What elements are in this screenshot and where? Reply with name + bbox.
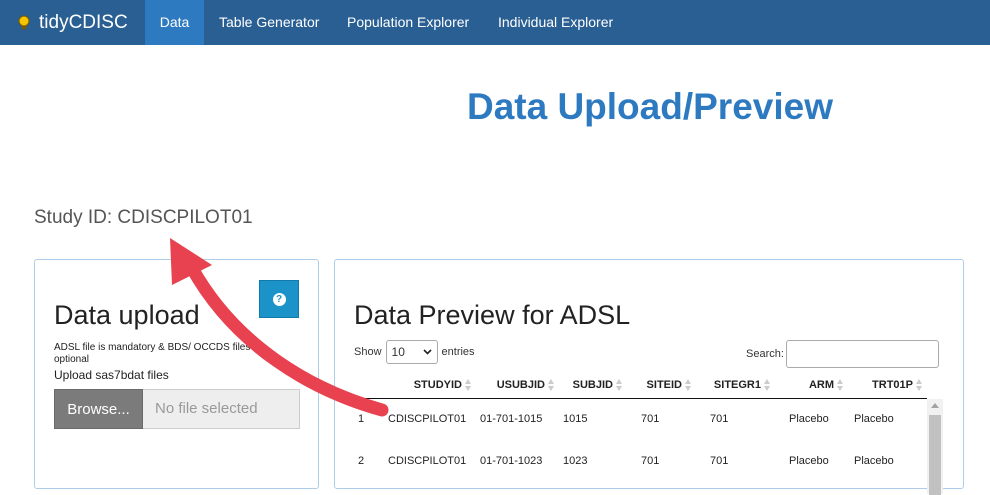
data-table: STUDYID USUBJID SUBJID SITEID SITEGR1 AR… — [354, 372, 927, 482]
sort-icon — [548, 378, 555, 391]
navbar: tidyCDISC Data Table Generator Populatio… — [0, 0, 990, 45]
search-input[interactable] — [785, 340, 939, 368]
tab-population-explorer[interactable]: Population Explorer — [347, 0, 469, 45]
study-id: Study ID: CDISCPILOT01 — [34, 207, 253, 228]
table-cell: Placebo — [848, 440, 927, 482]
table-cell: 701 — [696, 398, 775, 440]
brand-name: tidyCDISC — [39, 11, 128, 33]
col-header-rownum — [354, 372, 384, 399]
table-cell: 701 — [627, 398, 696, 440]
table-cell: Placebo — [775, 398, 848, 440]
upload-note: ADSL file is mandatory & BDS/ OCCDS file… — [54, 342, 268, 365]
sort-icon — [764, 378, 771, 391]
table-cell: 1015 — [559, 398, 627, 440]
table-row[interactable]: 2 CDISCPILOT01 01-701-1023 1023 701 701 … — [354, 440, 927, 482]
table-cell: 1023 — [559, 440, 627, 482]
entries-select[interactable]: 10 — [385, 340, 438, 364]
table-row[interactable]: 1 CDISCPILOT01 01-701-1015 1015 701 701 … — [354, 398, 927, 440]
upload-panel: ? Data upload ADSL file is mandatory & B… — [34, 259, 319, 489]
table-cell: CDISCPILOT01 — [384, 398, 476, 440]
col-header-sitegr1[interactable]: SITEGR1 — [696, 372, 775, 399]
tab-data[interactable]: Data — [145, 0, 204, 45]
lightbulb-icon — [18, 15, 30, 30]
file-input[interactable]: Browse... No file selected — [54, 389, 300, 429]
entries-value: 10 — [391, 345, 405, 359]
tab-individual-explorer[interactable]: Individual Explorer — [498, 0, 613, 45]
table-header-row: STUDYID USUBJID SUBJID SITEID SITEGR1 AR… — [354, 372, 927, 399]
entries-control: Show 10 entries — [354, 340, 475, 364]
help-button[interactable]: ? — [259, 280, 299, 318]
sort-icon — [616, 378, 623, 391]
col-header-subjid[interactable]: SUBJID — [559, 372, 627, 399]
file-name-field[interactable]: No file selected — [143, 389, 300, 429]
col-header-arm[interactable]: ARM — [775, 372, 848, 399]
scroll-up-icon[interactable] — [931, 403, 939, 408]
tab-table-generator[interactable]: Table Generator — [219, 0, 319, 45]
preview-panel: Data Preview for ADSL Show 10 entries Se… — [334, 259, 964, 495]
page-title: Data Upload/Preview — [466, 86, 833, 127]
table-cell: Placebo — [775, 440, 848, 482]
table-cell: 701 — [627, 440, 696, 482]
sort-icon — [837, 378, 844, 391]
table-cell: CDISCPILOT01 — [384, 440, 476, 482]
preview-heading: Data Preview for ADSL — [354, 300, 631, 330]
table-cell: 01-701-1023 — [476, 440, 559, 482]
upload-heading: Data upload — [54, 300, 200, 330]
col-header-studyid[interactable]: STUDYID — [384, 372, 476, 399]
sort-icon — [465, 378, 472, 391]
sort-icon — [916, 378, 923, 391]
chevron-down-icon — [422, 349, 432, 355]
table-cell: 01-701-1015 — [476, 398, 559, 440]
table-cell: 2 — [354, 440, 384, 482]
browse-button[interactable]: Browse... — [54, 389, 143, 429]
scroll-thumb[interactable] — [929, 415, 941, 495]
col-header-usubjid[interactable]: USUBJID — [476, 372, 559, 399]
show-label: Show — [354, 346, 382, 358]
brand[interactable]: tidyCDISC — [0, 0, 128, 45]
table-scrollbar[interactable] — [927, 399, 943, 495]
col-header-siteid[interactable]: SITEID — [627, 372, 696, 399]
question-circle-icon: ? — [272, 292, 286, 306]
col-header-trt01p[interactable]: TRT01P — [848, 372, 927, 399]
upload-label: Upload sas7bdat files — [54, 368, 169, 382]
search-label: Search: — [746, 348, 784, 360]
search-control: Search: — [746, 340, 939, 368]
table-cell: 701 — [696, 440, 775, 482]
entries-label: entries — [441, 346, 475, 358]
table-cell: 1 — [354, 398, 384, 440]
table-cell: Placebo — [848, 398, 927, 440]
sort-icon — [685, 378, 692, 391]
